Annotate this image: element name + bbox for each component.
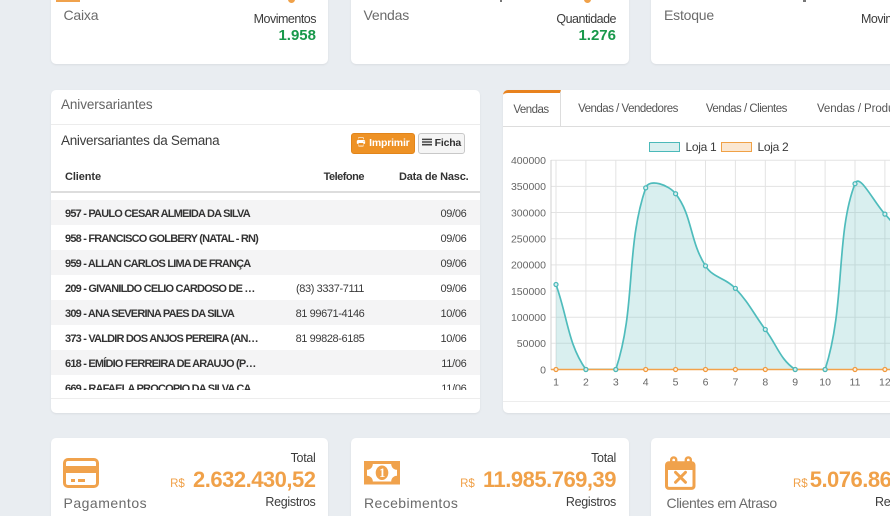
svg-text:3: 3: [613, 377, 619, 389]
svg-text:250000: 250000: [511, 234, 546, 246]
svg-text:12: 12: [879, 377, 890, 389]
svg-text:4: 4: [643, 377, 649, 389]
svg-text:9: 9: [792, 377, 798, 389]
svg-text:6: 6: [703, 377, 709, 389]
svg-text:10: 10: [819, 377, 831, 389]
svg-text:1: 1: [379, 466, 385, 480]
svg-text:8: 8: [762, 377, 768, 389]
svg-text:1: 1: [553, 377, 559, 389]
svg-text:7: 7: [732, 377, 738, 389]
svg-text:150000: 150000: [511, 286, 546, 298]
svg-text:5: 5: [673, 377, 679, 389]
svg-text:0: 0: [540, 364, 546, 376]
svg-text:2: 2: [583, 377, 589, 389]
svg-text:400000: 400000: [511, 155, 546, 167]
svg-text:200000: 200000: [511, 260, 546, 272]
svg-text:50000: 50000: [517, 338, 546, 350]
svg-text:350000: 350000: [511, 181, 546, 193]
svg-text:300000: 300000: [511, 207, 546, 219]
svg-text:11: 11: [850, 377, 861, 389]
svg-text:100000: 100000: [511, 312, 546, 324]
